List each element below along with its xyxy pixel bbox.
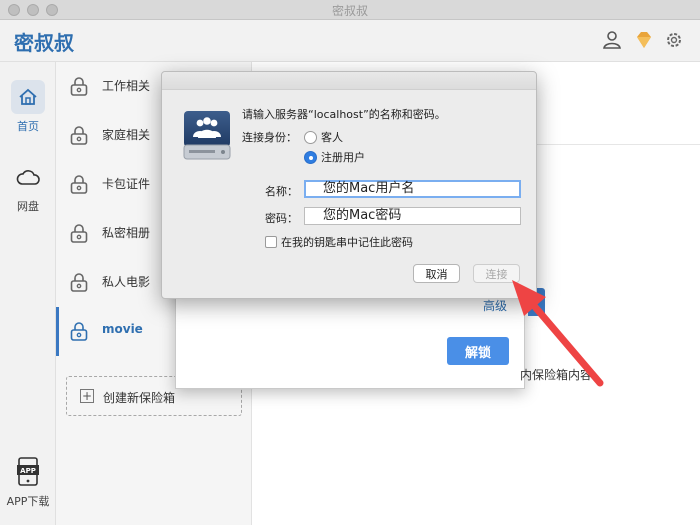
password-label: 密码：	[265, 212, 298, 225]
app-logo: 密叔叔	[14, 31, 74, 55]
dialog-titlebar	[162, 72, 536, 90]
create-vault-label: 创建新保险箱	[103, 391, 176, 405]
lock-icon	[70, 126, 88, 145]
dialog-prompt: 请输入服务器“localhost”的名称和密码。	[242, 108, 446, 121]
vault-name: 工作相关	[102, 79, 151, 93]
svg-text:APP: APP	[20, 467, 36, 475]
gem-icon[interactable]	[634, 30, 654, 50]
nav-label-cloud: 网盘	[17, 200, 39, 213]
nav-label-app-download: APP下载	[6, 495, 50, 508]
radio-registered-label: 注册用户	[321, 151, 365, 164]
remember-checkbox[interactable]	[265, 236, 277, 248]
remember-password-option[interactable]: 在我的钥匙串中记住此密码	[265, 234, 413, 250]
radio-guest-circle[interactable]	[304, 130, 317, 144]
nav-item-cloud[interactable]: 网盘	[0, 160, 56, 214]
app-download-icon: APP	[17, 457, 39, 486]
name-field[interactable]: 您的Mac用户名	[304, 180, 521, 198]
nav-item-home[interactable]: 首页	[0, 80, 56, 134]
connect-server-dialog: 请输入服务器“localhost”的名称和密码。 连接身份： 客人 注册用户 名…	[161, 71, 537, 299]
gear-icon[interactable]	[664, 30, 684, 50]
vault-name: movie	[102, 322, 143, 336]
vault-name: 家庭相关	[102, 128, 151, 142]
connect-as-label: 连接身份：	[242, 131, 297, 144]
window-titlebar: 密叔叔	[0, 0, 700, 20]
main-nav: 首页 网盘 APP APP下载	[0, 62, 56, 525]
nav-item-app-download[interactable]: APP APP下载	[0, 455, 56, 509]
nav-label-home: 首页	[17, 120, 39, 133]
vault-name: 私密相册	[102, 226, 151, 240]
radio-guest[interactable]: 客人	[304, 129, 343, 145]
app-header: 密叔叔	[0, 20, 700, 62]
lock-icon	[70, 273, 88, 292]
lock-icon	[70, 322, 88, 341]
server-icon	[183, 111, 231, 160]
lock-icon	[70, 77, 88, 96]
name-label: 名称：	[265, 185, 298, 198]
lock-icon	[70, 224, 88, 243]
annotation-arrow-icon	[512, 280, 604, 387]
vault-name: 卡包证件	[102, 177, 151, 191]
window-title: 密叔叔	[331, 4, 368, 18]
password-field[interactable]: 您的Mac密码	[304, 207, 521, 225]
plus-icon: +	[80, 389, 94, 403]
radio-guest-label: 客人	[321, 131, 343, 144]
remember-label: 在我的钥匙串中记住此密码	[281, 236, 413, 249]
lock-icon	[70, 175, 88, 194]
radio-registered-circle[interactable]	[304, 150, 317, 164]
cloud-icon	[16, 170, 40, 185]
user-icon[interactable]	[602, 30, 622, 50]
home-icon	[19, 88, 37, 105]
cancel-button[interactable]: 取消	[413, 264, 460, 283]
vault-name: 私人电影	[102, 275, 151, 289]
radio-registered-user[interactable]: 注册用户	[304, 149, 365, 165]
